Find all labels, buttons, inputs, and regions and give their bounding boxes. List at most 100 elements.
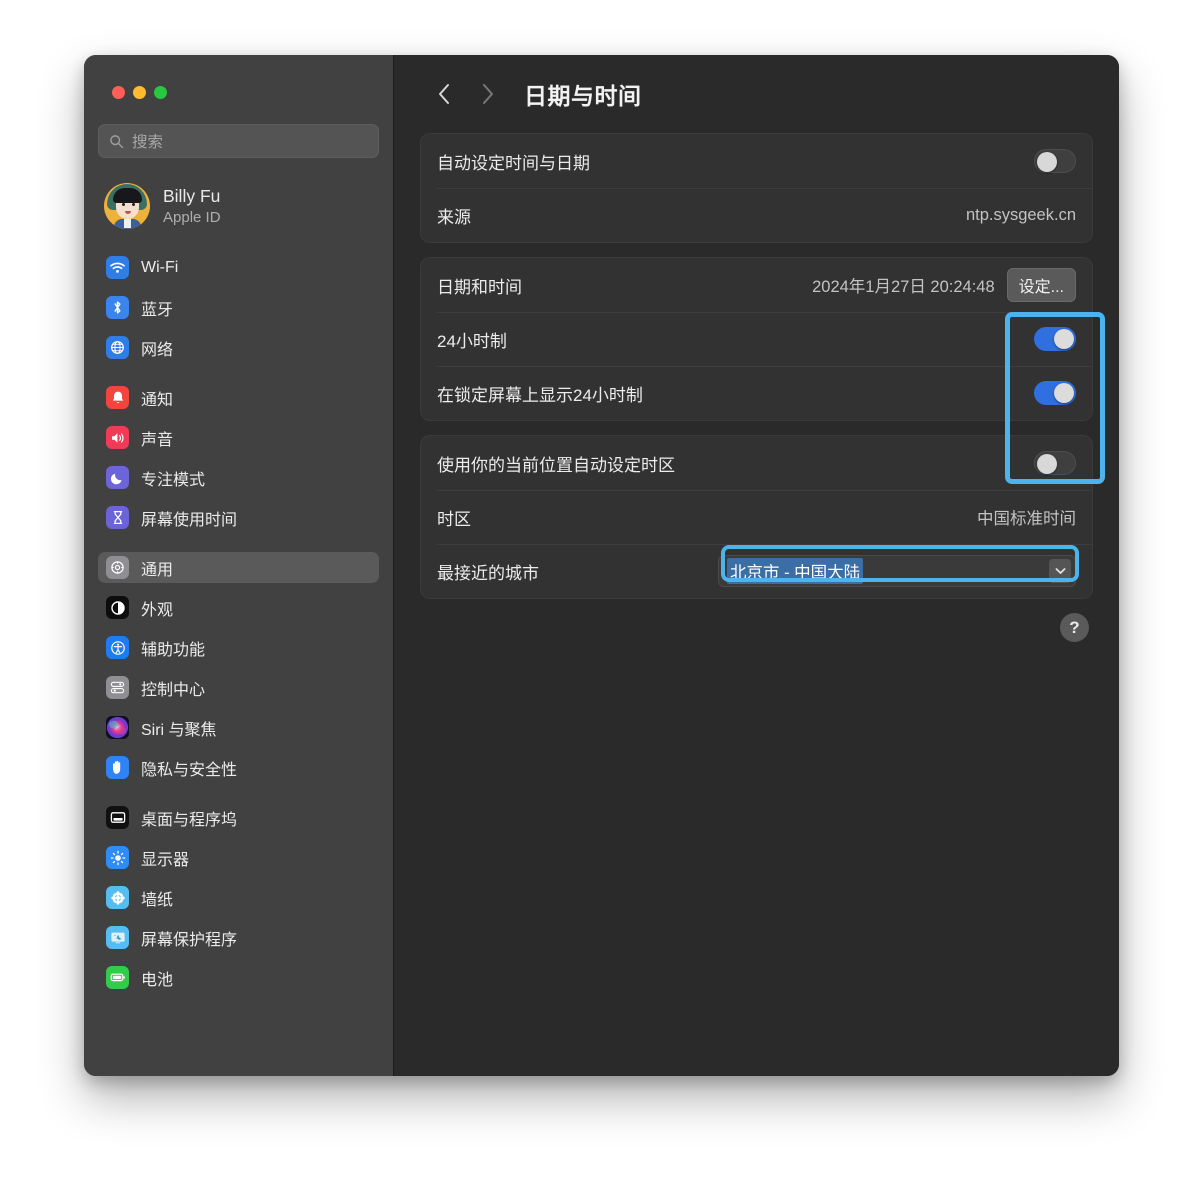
sidebar-item-sound[interactable]: 声音 xyxy=(98,422,379,453)
row-24-hour[interactable]: 24小时制 xyxy=(421,312,1092,366)
sidebar-item-general[interactable]: 通用 xyxy=(98,552,379,583)
chevron-right-icon xyxy=(483,84,493,104)
sidebar-item-wifi[interactable]: Wi-Fi xyxy=(98,252,379,283)
globe-icon xyxy=(106,336,129,359)
hourglass-icon xyxy=(106,506,129,529)
sidebar-group-system: 通用 外观 辅助功能 控制中心 Siri 与聚焦 隐私与安全性 xyxy=(98,552,379,783)
timezone-value: 中国标准时间 xyxy=(977,510,1076,528)
sidebar-group-network: Wi-Fi 蓝牙 网络 xyxy=(98,252,379,363)
bell-icon xyxy=(106,386,129,409)
sidebar-item-label: 通用 xyxy=(141,561,174,579)
row-closest-city: 最接近的城市 北京市 - 中国大陆 xyxy=(421,544,1092,598)
avatar xyxy=(104,183,150,229)
sidebar-item-focus[interactable]: 专注模式 xyxy=(98,462,379,493)
sidebar-item-control-center[interactable]: 控制中心 xyxy=(98,672,379,703)
24-hour-lock-screen-toggle[interactable] xyxy=(1034,381,1076,405)
account-text: Billy Fu Apple ID xyxy=(163,186,221,226)
sidebar-item-appearance[interactable]: 外观 xyxy=(98,592,379,623)
time-source-value: ntp.sysgeek.cn xyxy=(965,205,1076,224)
sidebar-item-desktop-dock[interactable]: 桌面与程序坞 xyxy=(98,802,379,833)
row-auto-set-time[interactable]: 自动设定时间与日期 xyxy=(421,134,1092,188)
sidebar-item-label: 通知 xyxy=(141,391,174,409)
sidebar-item-screen-time[interactable]: 屏幕使用时间 xyxy=(98,502,379,533)
desktop-dock-icon xyxy=(106,806,129,829)
sidebar-item-label: Wi-Fi xyxy=(141,258,179,276)
search-input[interactable]: 搜索 xyxy=(98,124,379,158)
close-button[interactable] xyxy=(112,86,125,99)
sidebar-group-display: 桌面与程序坞 显示器 墙纸 屏幕保护程序 电池 xyxy=(98,802,379,993)
sidebar-group-alerts: 通知 声音 专注模式 屏幕使用时间 xyxy=(98,382,379,533)
sidebar-item-privacy-security[interactable]: 隐私与安全性 xyxy=(98,752,379,783)
sidebar-item-label: 屏幕保护程序 xyxy=(141,931,238,949)
gear-icon xyxy=(106,556,129,579)
row-label: 在锁定屏幕上显示24小时制 xyxy=(437,385,643,405)
window-controls xyxy=(98,55,379,99)
page-title: 日期与时间 xyxy=(524,83,642,109)
minimize-button[interactable] xyxy=(133,86,146,99)
row-timezone: 时区 中国标准时间 xyxy=(421,490,1092,544)
auto-timezone-toggle[interactable] xyxy=(1034,451,1076,475)
auto-set-time-toggle[interactable] xyxy=(1034,149,1076,173)
sidebar-nav: Wi-Fi 蓝牙 网络 通知 声音 专注模式 屏幕使用时间 通用 外观 辅助功能… xyxy=(98,252,379,993)
help-button[interactable]: ? xyxy=(1060,613,1089,642)
sidebar-item-label: 声音 xyxy=(141,431,174,449)
display-brightness-icon xyxy=(106,846,129,869)
appearance-icon xyxy=(106,596,129,619)
sidebar-item-battery[interactable]: 电池 xyxy=(98,962,379,993)
sidebar-item-label: 电池 xyxy=(141,971,174,989)
search-placeholder: 搜索 xyxy=(132,134,164,151)
forward-button[interactable] xyxy=(466,72,510,116)
account-row[interactable]: Billy Fu Apple ID xyxy=(98,176,379,236)
sidebar-item-label: 屏幕使用时间 xyxy=(141,511,238,529)
row-label: 24小时制 xyxy=(437,331,507,351)
sidebar-item-displays[interactable]: 显示器 xyxy=(98,842,379,873)
row-date-and-time: 日期和时间 2024年1月27日 20:24:48 设定... xyxy=(421,258,1092,312)
sidebar-item-siri-spotlight[interactable]: Siri 与聚焦 xyxy=(98,712,379,743)
settings-card-auto-time: 自动设定时间与日期 来源 ntp.sysgeek.cn xyxy=(420,133,1093,243)
system-settings-window: 搜索 Billy Fu Apple ID Wi-Fi 蓝牙 网络 通知 声音 专… xyxy=(84,55,1119,1076)
sidebar: 搜索 Billy Fu Apple ID Wi-Fi 蓝牙 网络 通知 声音 专… xyxy=(84,55,394,1076)
sidebar-item-label: 专注模式 xyxy=(141,471,206,489)
sidebar-item-bluetooth[interactable]: 蓝牙 xyxy=(98,292,379,323)
settings-card-date-time: 日期和时间 2024年1月27日 20:24:48 设定... 24小时制 在锁… xyxy=(420,257,1093,421)
sidebar-item-label: 网络 xyxy=(141,341,174,359)
sidebar-item-network[interactable]: 网络 xyxy=(98,332,379,363)
closest-city-select[interactable]: 北京市 - 中国大陆 xyxy=(718,555,1076,587)
accessibility-icon xyxy=(106,636,129,659)
control-center-icon xyxy=(106,676,129,699)
content-pane: 日期与时间 自动设定时间与日期 来源 ntp.sysgeek.cn 日期和时间 … xyxy=(394,55,1119,1076)
row-24-hour-lock-screen[interactable]: 在锁定屏幕上显示24小时制 xyxy=(421,366,1092,420)
sidebar-item-notifications[interactable]: 通知 xyxy=(98,382,379,413)
chevron-down-icon[interactable] xyxy=(1049,559,1071,583)
toolbar: 日期与时间 xyxy=(420,55,1093,133)
sidebar-item-label: 蓝牙 xyxy=(141,301,174,319)
account-name: Billy Fu xyxy=(163,186,221,206)
privacy-hand-icon xyxy=(106,756,129,779)
sidebar-item-label: 控制中心 xyxy=(141,681,206,699)
row-label: 来源 xyxy=(437,207,471,227)
account-subtitle: Apple ID xyxy=(163,209,221,226)
wifi-icon xyxy=(106,256,129,279)
sidebar-item-accessibility[interactable]: 辅助功能 xyxy=(98,632,379,663)
sidebar-item-label: 桌面与程序坞 xyxy=(141,811,238,829)
current-datetime-value: 2024年1月27日 20:24:48 xyxy=(812,278,995,296)
search-icon xyxy=(110,134,124,148)
set-datetime-button[interactable]: 设定... xyxy=(1006,268,1076,302)
back-button[interactable] xyxy=(422,72,466,116)
row-label: 使用你的当前位置自动设定时区 xyxy=(437,455,675,475)
closest-city-value: 北京市 - 中国大陆 xyxy=(727,558,864,584)
sidebar-item-label: 墙纸 xyxy=(141,891,174,909)
wallpaper-icon xyxy=(106,886,129,909)
row-label: 日期和时间 xyxy=(437,277,522,297)
row-auto-timezone[interactable]: 使用你的当前位置自动设定时区 xyxy=(421,436,1092,490)
sidebar-item-screensaver[interactable]: 屏幕保护程序 xyxy=(98,922,379,953)
help-row: ? xyxy=(420,613,1093,642)
sidebar-item-label: Siri 与聚焦 xyxy=(141,721,217,739)
settings-card-timezone: 使用你的当前位置自动设定时区 时区 中国标准时间 最接近的城市 北京市 - 中国… xyxy=(420,435,1093,599)
bluetooth-icon xyxy=(106,296,129,319)
maximize-button[interactable] xyxy=(154,86,167,99)
sidebar-item-label: 外观 xyxy=(141,601,174,619)
sidebar-item-label: 辅助功能 xyxy=(141,641,206,659)
24-hour-toggle[interactable] xyxy=(1034,327,1076,351)
sidebar-item-wallpaper[interactable]: 墙纸 xyxy=(98,882,379,913)
